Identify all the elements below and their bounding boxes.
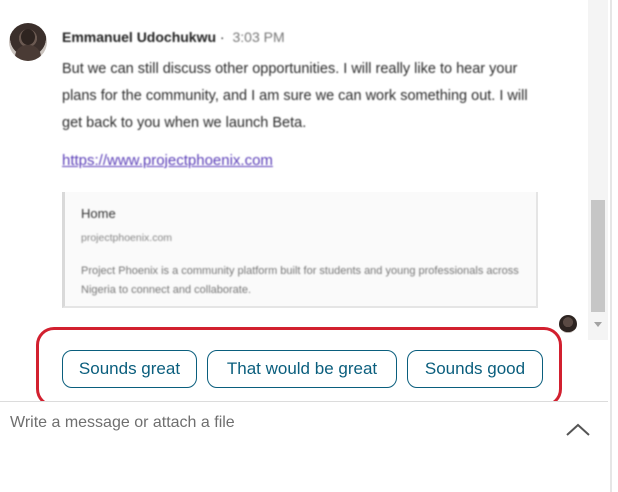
message-text: But we can still discuss other opportuni…: [62, 61, 528, 131]
avatar-head: [21, 29, 35, 45]
preview-domain: projectphoenix.com: [81, 232, 173, 244]
message-input[interactable]: [10, 414, 550, 474]
triangle-down-icon[interactable]: [594, 322, 602, 327]
quick-reply-sounds-good[interactable]: Sounds good: [407, 350, 543, 388]
conversation-thread[interactable]: Emmanuel Udochukwu · 3:03 PM But we can …: [0, 0, 590, 340]
sender-name[interactable]: Emmanuel Udochukwu: [62, 29, 216, 45]
window-border: [610, 0, 612, 492]
preview-title: Home: [81, 206, 116, 221]
header-separator: ·: [216, 29, 229, 45]
message-composer: [0, 402, 608, 492]
sender-avatar[interactable]: [9, 23, 47, 61]
chevron-up-icon: [566, 423, 590, 436]
quick-reply-sounds-great[interactable]: Sounds great: [62, 350, 197, 388]
message-timestamp: 3:03 PM: [232, 29, 285, 45]
quick-reply-that-would-be-great[interactable]: That would be great: [207, 350, 397, 388]
read-receipt-avatar: [559, 315, 577, 333]
scrollbar-thumb[interactable]: [591, 200, 605, 312]
avatar-body: [15, 45, 41, 61]
messaging-window: Emmanuel Udochukwu · 3:03 PM But we can …: [0, 0, 618, 492]
link-preview-card[interactable]: Home projectphoenix.com Project Phoenix …: [62, 192, 538, 308]
conversation-scrollbar[interactable]: [588, 0, 608, 340]
message-link[interactable]: https://www.projectphoenix.com: [62, 152, 273, 169]
expand-composer-button[interactable]: [561, 416, 595, 442]
message-header: Emmanuel Udochukwu · 3:03 PM: [62, 29, 285, 45]
preview-description: Project Phoenix is a community platform …: [81, 265, 519, 296]
